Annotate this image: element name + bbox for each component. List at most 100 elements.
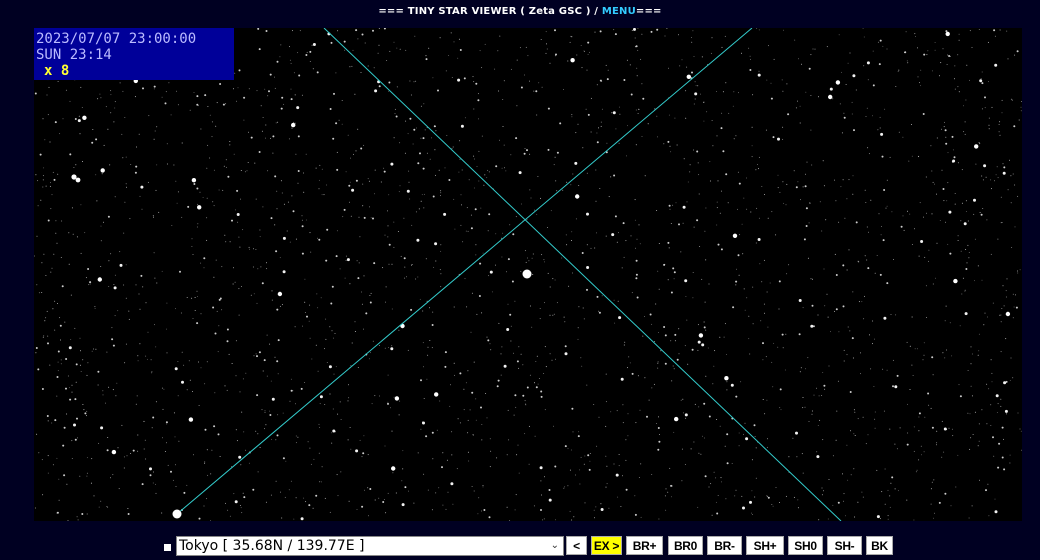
star [970,437,972,439]
star [240,464,242,466]
star [136,395,138,397]
star [630,235,632,237]
star [932,181,934,183]
star [398,329,400,331]
star [920,445,922,447]
star [125,264,127,266]
star [319,164,321,166]
star [374,193,375,195]
star [367,454,369,456]
star [260,266,262,268]
star [598,310,600,312]
sharpness-up-button[interactable]: SH+ [746,536,784,555]
star [276,434,279,437]
star [711,514,713,516]
star [209,157,211,159]
star [973,198,976,202]
star [87,268,90,270]
star [874,418,876,420]
star [523,152,526,155]
star [886,205,888,207]
star [738,274,740,276]
star [332,429,336,433]
star [529,305,531,307]
star [460,224,462,226]
ex-next-button[interactable]: EX > [591,536,622,555]
back-button[interactable]: BK [866,536,893,555]
star [862,496,864,498]
checkbox-square[interactable] [164,544,171,551]
star [374,395,376,397]
star [282,270,286,274]
star [717,495,719,496]
star [656,115,658,117]
star [311,358,313,360]
star [324,497,326,499]
star [810,324,814,328]
brightness-down-button[interactable]: BR- [707,536,742,555]
star [664,263,666,265]
star [368,515,369,517]
star [802,407,804,409]
star [944,320,946,322]
star-field-canvas[interactable] [34,28,1022,521]
star [275,122,277,124]
star [744,309,746,311]
star [811,304,814,307]
star [711,37,713,39]
star [966,64,968,66]
sharpness-reset-button[interactable]: SH0 [788,536,823,555]
star [899,427,901,429]
brightness-up-button[interactable]: BR+ [626,536,663,555]
star [422,137,425,140]
star [196,296,198,297]
star [225,241,227,243]
star [934,512,935,514]
star [420,379,422,382]
star [994,63,998,67]
prev-button[interactable]: < [566,536,587,555]
star [95,138,98,141]
star [426,300,428,302]
star [775,487,777,488]
star [716,91,717,92]
star [358,216,360,218]
location-select[interactable]: Tokyo [ 35.68N / 139.77E ] ⌄ [176,536,564,556]
star [552,314,554,316]
star [672,365,674,367]
star [936,430,938,432]
star [192,254,194,255]
star [838,34,840,36]
star [475,82,478,85]
star [84,232,86,234]
star [697,340,701,344]
menu-link[interactable]: MENU [602,6,636,17]
star [110,90,112,92]
star-field[interactable] [34,28,1022,521]
star [917,47,918,49]
star [257,471,259,473]
star [274,87,276,89]
star [75,381,77,383]
sharpness-down-button[interactable]: SH- [827,536,862,555]
star [421,194,423,196]
star [47,335,49,337]
star [864,189,866,191]
star [303,191,305,193]
star [244,171,246,173]
star [261,130,263,132]
star [459,140,461,142]
star [623,79,626,81]
star [197,203,199,205]
brightness-reset-button[interactable]: BR0 [668,536,703,555]
star [697,349,699,351]
star [848,179,850,181]
star [352,49,354,51]
star [880,518,881,520]
star [1005,338,1007,340]
star [428,47,430,49]
star [265,501,267,503]
star [1000,398,1002,400]
star [625,459,627,461]
star [528,463,530,465]
